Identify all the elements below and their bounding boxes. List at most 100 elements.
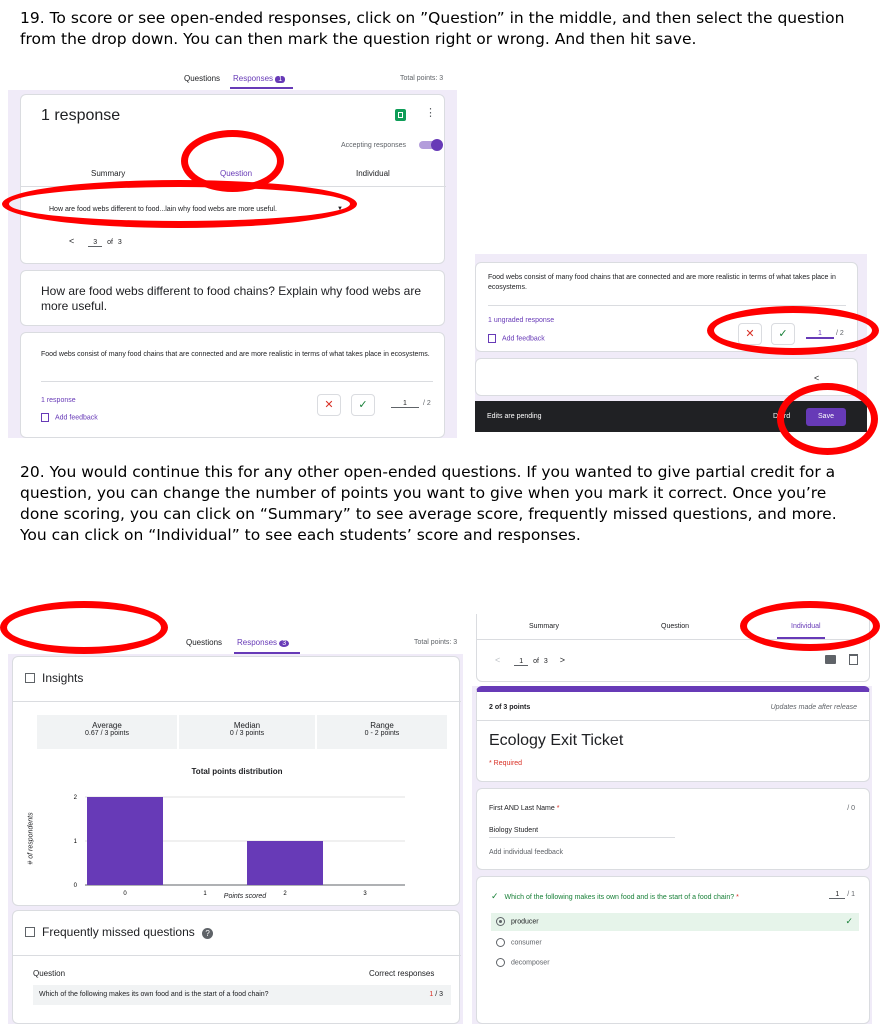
subtab-question[interactable]: Question bbox=[220, 169, 252, 178]
tab-questions[interactable]: Questions bbox=[184, 74, 220, 83]
insights-title: Insights bbox=[42, 671, 84, 685]
mc-question: ✓ Which of the following makes its own fo… bbox=[491, 891, 739, 902]
pager-total-4: 3 bbox=[543, 658, 548, 665]
mark-correct-button[interactable]: ✓ bbox=[351, 394, 375, 416]
chart-svg: 0120 1 2 3 bbox=[74, 795, 405, 897]
individual-divider bbox=[477, 720, 869, 721]
subtab-summary-4[interactable]: Summary bbox=[529, 623, 559, 630]
name-answer: Biology Student bbox=[489, 827, 675, 838]
subtab-question-4[interactable]: Question bbox=[661, 623, 689, 630]
score-max: / 2 bbox=[423, 400, 431, 407]
print-icon[interactable] bbox=[825, 655, 836, 664]
mc-score: 1 / 1 bbox=[829, 891, 855, 899]
step-20-instructions: 20. You would continue this for any othe… bbox=[20, 463, 837, 544]
missed-divider bbox=[13, 955, 461, 956]
option-correct-icon: ✓ bbox=[845, 916, 853, 926]
summary-panel: Insights Average 0.67 / 3 points Median … bbox=[8, 654, 463, 1024]
required-note: * Required bbox=[489, 760, 523, 767]
insights-divider bbox=[13, 701, 461, 702]
tab-questions-3[interactable]: Questions bbox=[186, 638, 222, 647]
chart-xlabel: Points scored bbox=[223, 893, 267, 900]
subtab-summary[interactable]: Summary bbox=[91, 169, 125, 178]
add-feedback-button[interactable]: Add feedback bbox=[41, 413, 98, 422]
insights-header: Insights bbox=[25, 671, 83, 685]
chart-bar bbox=[247, 841, 323, 885]
screenshot-question-view: Questions Responses 1 Total points: 3 1 … bbox=[8, 66, 457, 438]
delete-icon[interactable] bbox=[849, 654, 858, 665]
pending-text: Edits are pending bbox=[487, 413, 542, 420]
tab-responses[interactable]: Responses 1 bbox=[233, 74, 286, 83]
pager-prev-icon[interactable]: < bbox=[69, 236, 74, 246]
feedback-icon bbox=[41, 413, 49, 422]
subtab-divider-4 bbox=[477, 639, 871, 640]
stat-range-label: Range bbox=[370, 721, 394, 730]
mark-incorrect-button-2[interactable]: ✕ bbox=[738, 323, 762, 345]
discard-button[interactable]: D ard bbox=[773, 413, 790, 420]
pager-current-4[interactable]: 1 bbox=[514, 658, 529, 666]
pager-of: of bbox=[107, 239, 113, 246]
mc-question-text: Which of the following makes its own foo… bbox=[504, 894, 735, 901]
screenshot-save-view: Food webs consist of many food chains th… bbox=[475, 254, 867, 432]
missed-question-row[interactable]: Which of the following makes its own foo… bbox=[33, 985, 451, 1005]
chart-title: Total points distribution bbox=[191, 767, 283, 776]
missed-total: / 3 bbox=[435, 991, 443, 998]
stat-average-value: 0.67 / 3 points bbox=[85, 730, 129, 737]
name-question-card: First AND Last Name * / 0 Biology Studen… bbox=[476, 788, 870, 870]
name-required-star: * bbox=[556, 805, 560, 812]
missed-question-score: 1 / 3 bbox=[429, 991, 443, 998]
sheets-icon[interactable] bbox=[395, 109, 406, 121]
score-field[interactable]: 1 bbox=[391, 400, 419, 408]
answer-divider bbox=[41, 381, 433, 382]
save-button[interactable]: Save bbox=[806, 408, 846, 426]
pager-prev-icon-2[interactable]: < bbox=[814, 373, 819, 383]
question-dropdown[interactable]: How are food webs different to food...la… bbox=[49, 206, 345, 220]
add-individual-feedback[interactable]: Add individual feedback bbox=[489, 849, 563, 856]
name-label: First AND Last Name * bbox=[489, 805, 559, 812]
help-icon[interactable]: ? bbox=[202, 928, 214, 939]
accepting-toggle[interactable] bbox=[419, 139, 443, 151]
more-options-icon[interactable]: ⋮ bbox=[425, 106, 436, 119]
form-title: Ecology Exit Ticket bbox=[489, 732, 624, 749]
mc-question-card: ✓ Which of the following makes its own fo… bbox=[476, 876, 870, 1024]
mc-score-value[interactable]: 1 bbox=[829, 891, 846, 899]
pager-card-2: < bbox=[475, 358, 858, 396]
stat-average-label: Average bbox=[92, 721, 122, 730]
missed-header: Frequently missed questions ? bbox=[25, 925, 214, 939]
mc-score-max: / 1 bbox=[847, 891, 855, 898]
missed-questions-card: Frequently missed questions ? Question C… bbox=[12, 910, 461, 1024]
pager-next-icon-4[interactable]: > bbox=[560, 655, 565, 665]
radio-selected-icon bbox=[496, 917, 505, 926]
stat-median-label: Median bbox=[233, 721, 261, 730]
responses-count-badge-3: 3 bbox=[279, 640, 290, 647]
stat-range: Range 0 - 2 points bbox=[317, 715, 447, 749]
missed-correct-count: 1 bbox=[429, 991, 434, 998]
pager-total: 3 bbox=[117, 239, 122, 246]
correct-check-icon: ✓ bbox=[491, 891, 499, 901]
option-consumer: consumer bbox=[496, 938, 542, 947]
mark-incorrect-button[interactable]: ✕ bbox=[317, 394, 341, 416]
pager-current[interactable]: 3 bbox=[88, 239, 103, 247]
score-field-2[interactable]: 1 bbox=[806, 330, 834, 339]
screenshot-summary-view: Questions Responses 3 Total points: 3 In… bbox=[8, 628, 463, 1024]
chart-y-tick: 1 bbox=[74, 839, 78, 845]
question-title: How are food webs different to food chai… bbox=[41, 284, 422, 313]
stat-average: Average 0.67 / 3 points bbox=[37, 715, 177, 749]
chart-plot: 0120123 bbox=[74, 795, 405, 897]
answer-divider-2 bbox=[488, 305, 846, 306]
subtab-individual[interactable]: Individual bbox=[356, 169, 390, 178]
individual-panel: 2 of 3 points Updates made after release… bbox=[472, 686, 872, 1024]
tab-responses-3[interactable]: Responses 3 bbox=[237, 638, 290, 647]
insights-icon bbox=[25, 673, 35, 683]
individual-nav-card: Summary Question Individual < 1 of 3 > bbox=[476, 614, 871, 682]
responses-title: 1 response bbox=[41, 107, 121, 124]
question-dropdown-value: How are food webs different to food...la… bbox=[49, 206, 277, 213]
add-feedback-button-2[interactable]: Add feedback bbox=[488, 334, 545, 343]
mark-correct-button-2[interactable]: ✓ bbox=[771, 323, 795, 345]
pager-prev-icon-4[interactable]: < bbox=[495, 655, 500, 665]
add-feedback-label-2: Add feedback bbox=[502, 335, 545, 343]
response-count-link[interactable]: 1 response bbox=[41, 397, 76, 404]
screenshot-individual-view: Summary Question Individual < 1 of 3 > 2… bbox=[472, 614, 872, 1024]
ungraded-response-link[interactable]: 1 ungraded response bbox=[488, 317, 554, 324]
option-decomposer: decomposer bbox=[496, 958, 550, 967]
subtab-individual-4[interactable]: Individual bbox=[791, 623, 821, 630]
